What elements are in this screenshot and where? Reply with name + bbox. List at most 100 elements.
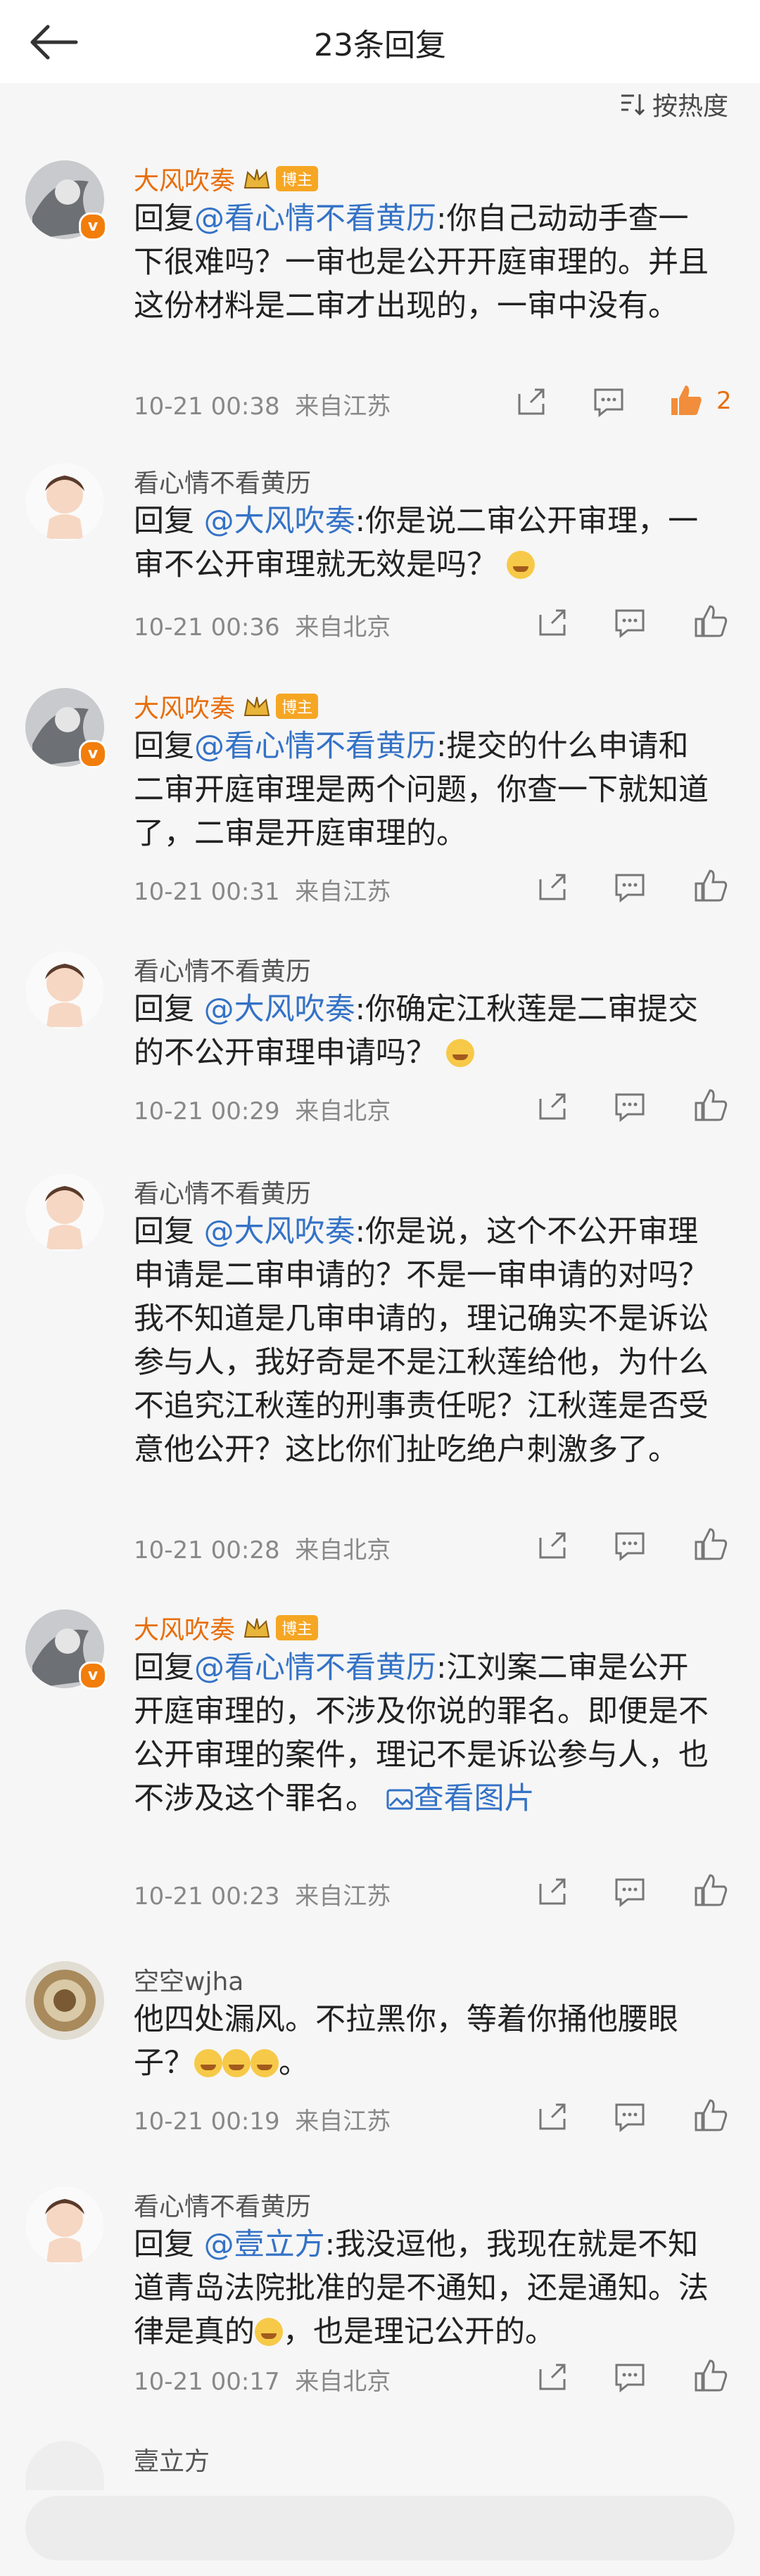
top-bar: 23条回复 (0, 0, 760, 83)
sort-button[interactable]: 按热度 (619, 86, 728, 122)
mention-link[interactable]: @大风吹奏 (204, 1214, 355, 1249)
timestamp: 10-21 00:17 (134, 2368, 280, 2396)
timestamp: 10-21 00:31 (134, 878, 280, 906)
comment-item: 壹立方 (0, 2441, 760, 2497)
comment-tail: 。 (279, 2046, 309, 2081)
mention-link[interactable]: @大风吹奏 (204, 504, 355, 539)
comment-item: 空空wjha 他四处漏风。不拉黑你，等着你捅他腰眼子？。 10-21 00:19… (0, 1961, 760, 2165)
comment-meta: 10-21 00:36 来自北京 (134, 608, 391, 642)
like-icon[interactable] (669, 383, 704, 418)
reply-prefix: 回复 (134, 201, 194, 236)
comment-text: 回复 @大风吹奏:你确定江秋莲是二审提交的不公开审理申请吗？ (134, 988, 718, 1075)
comment-item: 看心情不看黄历 回复 @壹立方:我没逗他，我现在就是不知道青岛法院批准的是不通知… (0, 2186, 760, 2397)
timestamp: 10-21 00:29 (134, 1097, 280, 1126)
location: 来自江苏 (295, 393, 391, 421)
location: 来自江苏 (295, 878, 391, 906)
comment-text: 回复 @壹立方:我没逗他，我现在就是不知道青岛法院批准的是不通知，还是通知。法律… (134, 2223, 718, 2354)
mention-link[interactable]: @看心情不看黄历 (194, 729, 436, 764)
like-icon[interactable] (693, 2098, 728, 2133)
timestamp: 10-21 00:36 (134, 613, 280, 642)
share-icon[interactable] (514, 384, 549, 419)
mention-link[interactable]: @看心情不看黄历 (194, 1650, 436, 1685)
reply-input[interactable] (25, 2496, 735, 2561)
share-icon[interactable] (535, 2359, 570, 2395)
comment-item: v 大风吹奏 博主 回复@看心情不看黄历:你自己动动手查一下很难吗？一审也是公开… (0, 160, 760, 428)
timestamp: 10-21 00:23 (134, 1882, 280, 1911)
share-icon[interactable] (535, 1089, 570, 1124)
verified-badge-icon: v (79, 212, 107, 241)
comment-text: 回复@看心情不看黄历:你自己动动手查一下很难吗？一审也是公开开庭审理的。并且这份… (134, 197, 718, 328)
like-icon[interactable] (693, 1873, 728, 1908)
username[interactable]: 看心情不看黄历 (134, 463, 311, 499)
username[interactable]: 大风吹奏 (134, 1609, 235, 1646)
comment-meta: 10-21 00:17 来自北京 (134, 2362, 391, 2397)
like-icon[interactable] (693, 2358, 728, 2393)
username[interactable]: 大风吹奏 (134, 688, 235, 725)
avatar[interactable] (25, 951, 104, 1030)
like-icon[interactable] (693, 868, 728, 903)
username[interactable]: 空空wjha (134, 1961, 243, 1998)
sort-icon (621, 94, 645, 116)
share-icon[interactable] (535, 1528, 570, 1563)
avatar[interactable] (25, 2186, 104, 2265)
username[interactable]: 大风吹奏 (134, 160, 235, 197)
username[interactable]: 看心情不看黄历 (134, 951, 311, 988)
comment-item: v 大风吹奏 博主 回复@看心情不看黄历:提交的什么申请和二审开庭审理是两个问题… (0, 688, 760, 934)
comment-text: 他四处漏风。不拉黑你，等着你捅他腰眼子？。 (134, 1998, 718, 2085)
username[interactable]: 壹立方 (134, 2441, 210, 2478)
page-title: 23条回复 (314, 27, 446, 63)
comment-text: 回复@看心情不看黄历:提交的什么申请和二审开庭审理是两个问题，你查一下就知道了，… (134, 725, 718, 855)
location: 来自江苏 (295, 1882, 391, 1911)
like-icon[interactable] (693, 1526, 728, 1562)
comment-icon[interactable] (612, 1089, 647, 1124)
like-icon[interactable] (693, 604, 728, 639)
crown-icon (243, 1618, 270, 1638)
comment-meta: 10-21 00:31 来自江苏 (134, 872, 391, 907)
comment-icon[interactable] (612, 605, 647, 640)
laugh-emoji (222, 2049, 251, 2077)
mention-link[interactable]: @壹立方 (204, 2227, 325, 2262)
image-icon (386, 1789, 413, 1810)
share-icon[interactable] (535, 2099, 570, 2134)
comment-item: v 大风吹奏 博主 回复@看心情不看黄历:江刘案二审是公开开庭审理的，不涉及你说… (0, 1609, 760, 1912)
comment-icon[interactable] (591, 384, 626, 419)
comment-item: 看心情不看黄历 回复 @大风吹奏:你是说二审公开审理，一审不公开审理就无效是吗？… (0, 463, 760, 667)
laugh-emoji (194, 2049, 222, 2077)
comment-text: 回复 @大风吹奏:你是说二审公开审理，一审不公开审理就无效是吗？ (134, 499, 718, 587)
comment-item: 看心情不看黄历 回复 @大风吹奏:你确定江秋莲是二审提交的不公开审理申请吗？ 1… (0, 951, 760, 1155)
comment-icon[interactable] (612, 1874, 647, 1909)
location: 来自北京 (295, 1097, 391, 1126)
comment-icon[interactable] (612, 2099, 647, 2134)
comment-icon[interactable] (612, 869, 647, 905)
avatar[interactable] (25, 2441, 104, 2490)
laugh-emoji (255, 2318, 283, 2346)
laugh-emoji (251, 2049, 279, 2077)
comment-icon[interactable] (612, 1528, 647, 1563)
comment-text: 回复 @大风吹奏:你是说，这个不公开审理申请是二审申请的？不是一审申请的对吗？我… (134, 1210, 718, 1472)
username[interactable]: 看心情不看黄历 (134, 2186, 311, 2223)
laugh-emoji (445, 1039, 474, 1067)
share-icon[interactable] (535, 1874, 570, 1909)
share-icon[interactable] (535, 869, 570, 905)
verified-badge-icon: v (79, 1662, 107, 1690)
avatar[interactable] (25, 463, 104, 542)
username[interactable]: 看心情不看黄历 (134, 1173, 311, 1210)
comment-meta: 10-21 00:38 来自江苏 (134, 387, 391, 421)
like-icon[interactable] (693, 1088, 728, 1123)
comment-meta: 10-21 00:23 来自江苏 (134, 1877, 391, 1911)
reply-prefix: 回复 (134, 992, 204, 1027)
blogger-badge: 博主 (276, 694, 319, 719)
mention-link[interactable]: @看心情不看黄历 (194, 201, 436, 236)
location: 来自北京 (295, 2368, 391, 2396)
comment-meta: 10-21 00:28 来自北京 (134, 1531, 391, 1565)
view-image-link[interactable]: 查看图片 (386, 1781, 535, 1816)
avatar[interactable] (25, 1961, 104, 2040)
avatar[interactable] (25, 1173, 104, 1252)
share-icon[interactable] (535, 605, 570, 640)
comment-meta: 10-21 00:29 来自北京 (134, 1092, 391, 1126)
mention-link[interactable]: @大风吹奏 (204, 992, 355, 1027)
reply-prefix: 回复 (134, 2227, 204, 2262)
comment-icon[interactable] (612, 2359, 647, 2395)
crown-icon (243, 169, 270, 189)
timestamp: 10-21 00:38 (134, 393, 280, 421)
